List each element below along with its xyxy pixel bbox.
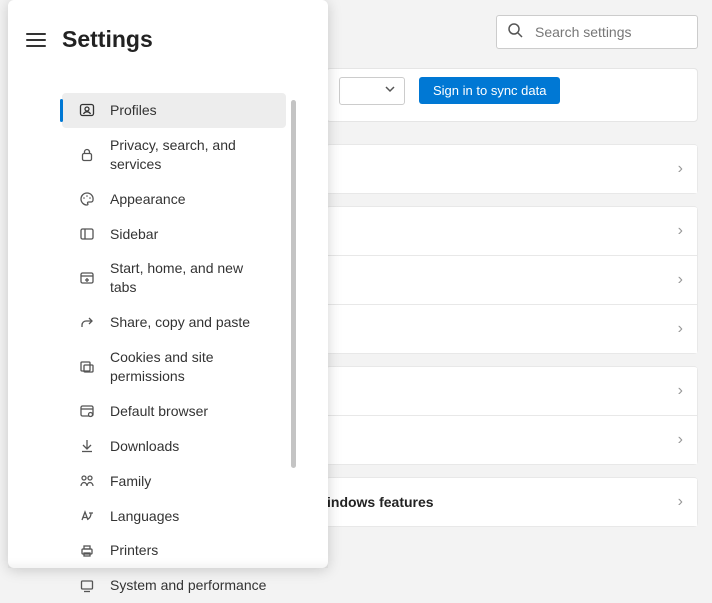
family-icon xyxy=(78,473,96,489)
sidebar-item-start-home[interactable]: Start, home, and new tabs xyxy=(62,251,286,305)
chevron-down-icon xyxy=(384,82,396,100)
sidebar-item-sidebar[interactable]: Sidebar xyxy=(62,217,286,252)
chevron-right-icon: › xyxy=(678,431,683,449)
chevron-right-icon: › xyxy=(678,222,683,240)
sidebar-item-label: Privacy, search, and services xyxy=(110,136,270,174)
newtab-icon xyxy=(78,270,96,286)
sidebar-item-downloads[interactable]: Downloads xyxy=(62,429,286,464)
hamburger-menu-button[interactable] xyxy=(26,33,46,47)
settings-sidebar: Settings Profiles Privacy, search, and s… xyxy=(8,0,328,568)
search-input[interactable] xyxy=(535,24,687,40)
settings-row[interactable]: › xyxy=(326,145,698,194)
settings-row[interactable]: › xyxy=(326,305,698,354)
page-title: Settings xyxy=(62,26,153,53)
sidebar-item-system[interactable]: System and performance xyxy=(62,568,286,603)
settings-row-windows-features[interactable]: indows features › xyxy=(326,478,698,527)
chevron-right-icon: › xyxy=(678,160,683,178)
sidebar-item-label: Sidebar xyxy=(110,225,270,244)
sidebar-item-languages[interactable]: Languages xyxy=(62,499,286,534)
sidebar-item-label: Appearance xyxy=(110,190,270,209)
sidebar-item-label: Downloads xyxy=(110,437,270,456)
sidebar-item-label: Cookies and site permissions xyxy=(110,348,270,386)
search-icon xyxy=(507,22,523,43)
sidebar-item-label: Languages xyxy=(110,507,270,526)
profile-icon xyxy=(78,102,96,118)
settings-content: Sign in to sync data › › › › › › xyxy=(326,68,698,539)
chevron-right-icon: › xyxy=(678,320,683,338)
sidebar-item-privacy[interactable]: Privacy, search, and services xyxy=(62,128,286,182)
settings-row[interactable]: › xyxy=(326,207,698,256)
sidebar-item-label: Share, copy and paste xyxy=(110,313,270,332)
settings-row[interactable]: › xyxy=(326,367,698,416)
sidebar-item-share[interactable]: Share, copy and paste xyxy=(62,305,286,340)
sidebar-item-label: System and performance xyxy=(110,576,270,595)
printer-icon xyxy=(78,543,96,559)
download-icon xyxy=(78,438,96,454)
sidebar-item-appearance[interactable]: Appearance xyxy=(62,182,286,217)
settings-row[interactable]: › xyxy=(326,416,698,465)
sidebar-nav: Profiles Privacy, search, and services A… xyxy=(8,93,328,603)
sidebar-item-label: Start, home, and new tabs xyxy=(110,259,270,297)
sidebar-scrollbar[interactable] xyxy=(291,100,296,468)
chevron-right-icon: › xyxy=(678,493,683,511)
chevron-right-icon: › xyxy=(678,271,683,289)
sidebar-item-family[interactable]: Family xyxy=(62,464,286,499)
sync-card: Sign in to sync data xyxy=(326,68,698,122)
signin-sync-button[interactable]: Sign in to sync data xyxy=(419,77,560,104)
panel-icon xyxy=(78,226,96,242)
sidebar-item-label: Family xyxy=(110,472,270,491)
settings-row[interactable]: › xyxy=(326,256,698,305)
palette-icon xyxy=(78,191,96,207)
share-icon xyxy=(78,315,96,331)
row-label: indows features xyxy=(327,494,434,510)
chevron-right-icon: › xyxy=(678,382,683,400)
cookies-icon xyxy=(78,359,96,375)
browser-icon xyxy=(78,403,96,419)
sidebar-item-default-browser[interactable]: Default browser xyxy=(62,394,286,429)
search-settings-field[interactable] xyxy=(496,15,698,49)
profile-dropdown[interactable] xyxy=(339,77,405,105)
lock-icon xyxy=(78,147,96,163)
sidebar-item-label: Default browser xyxy=(110,402,270,421)
languages-icon xyxy=(78,508,96,524)
system-icon xyxy=(78,578,96,594)
sidebar-item-profiles[interactable]: Profiles xyxy=(62,93,286,128)
sidebar-item-label: Profiles xyxy=(110,101,270,120)
sidebar-item-cookies[interactable]: Cookies and site permissions xyxy=(62,340,286,394)
